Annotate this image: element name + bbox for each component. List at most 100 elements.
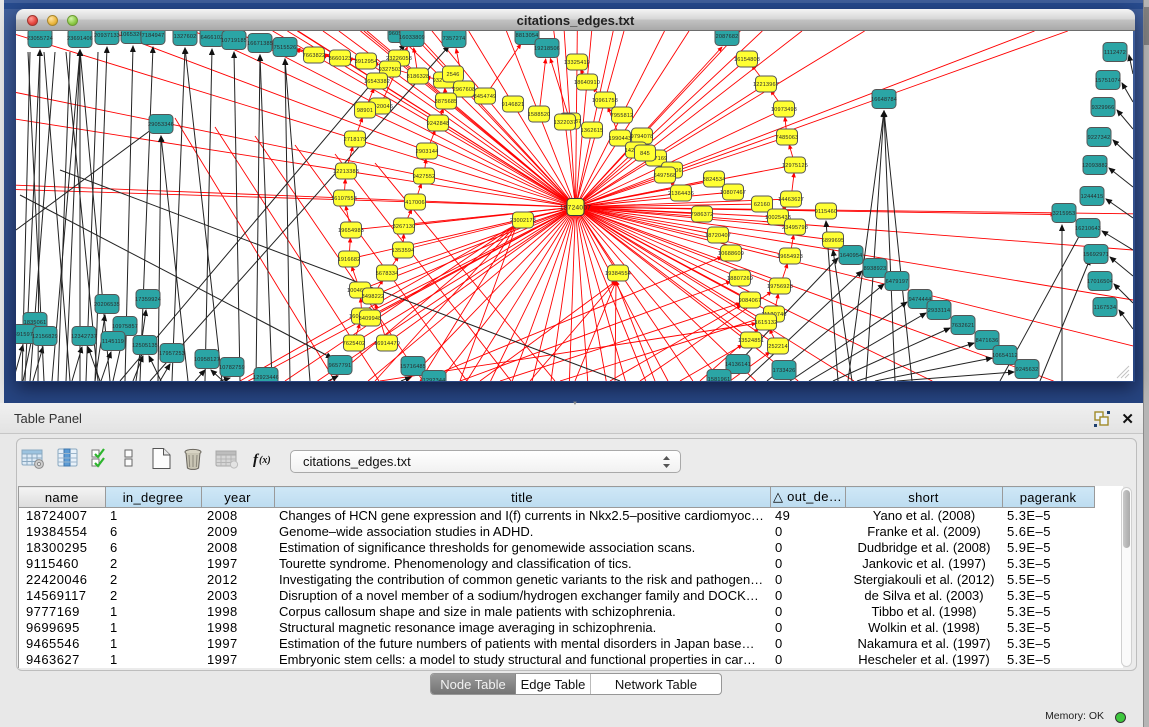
svg-text:10961758: 10961758 xyxy=(592,98,618,104)
svg-text:8454749: 8454749 xyxy=(474,94,497,100)
svg-text:7184947: 7184947 xyxy=(142,33,165,39)
svg-text:1353594: 1353594 xyxy=(392,248,415,254)
svg-text:6479197: 6479197 xyxy=(886,279,909,285)
svg-text:1640954: 1640954 xyxy=(840,253,863,259)
svg-text:16671385: 16671385 xyxy=(247,41,273,47)
svg-text:3912954: 3912954 xyxy=(355,59,378,65)
svg-text:3215953: 3215953 xyxy=(1053,211,1076,217)
svg-text:20206535: 20206535 xyxy=(94,302,120,308)
svg-text:7485063: 7485063 xyxy=(776,135,799,141)
svg-text:6497568: 6497568 xyxy=(654,173,677,179)
svg-text:10654112: 10654112 xyxy=(992,353,1018,359)
svg-text:9329966: 9329966 xyxy=(1092,105,1115,111)
svg-text:1581961: 1581961 xyxy=(708,377,731,381)
svg-text:13524851: 13524851 xyxy=(738,338,764,344)
svg-text:7632621: 7632621 xyxy=(952,323,975,329)
svg-text:2546: 2546 xyxy=(446,72,459,78)
svg-text:19756928: 19756928 xyxy=(767,284,793,290)
svg-text:7357274: 7357274 xyxy=(443,36,466,42)
svg-text:18640910: 18640910 xyxy=(574,80,600,86)
svg-text:17957253: 17957253 xyxy=(159,351,185,357)
svg-text:10975857: 10975857 xyxy=(112,324,138,330)
svg-text:12923446: 12923446 xyxy=(253,375,279,381)
svg-text:19654983: 19654983 xyxy=(338,228,364,234)
svg-text:20937133: 20937133 xyxy=(94,33,120,39)
svg-text:16543382: 16543382 xyxy=(364,79,390,85)
svg-text:(x): (x) xyxy=(259,455,271,466)
svg-text:2087682: 2087682 xyxy=(716,34,739,40)
svg-text:1327602: 1327602 xyxy=(174,34,197,40)
svg-text:1145119: 1145119 xyxy=(102,339,124,345)
svg-text:3267130: 3267130 xyxy=(393,224,416,230)
svg-text:23055724: 23055724 xyxy=(27,36,53,42)
svg-text:2933114: 2933114 xyxy=(928,308,950,314)
svg-text:12156829: 12156829 xyxy=(32,334,58,340)
svg-text:9242848: 9242848 xyxy=(427,121,450,127)
svg-text:15716485: 15716485 xyxy=(400,364,426,370)
svg-text:15751074: 15751074 xyxy=(1095,78,1121,84)
svg-text:1112472: 1112472 xyxy=(1104,50,1126,56)
svg-text:16107553: 16107553 xyxy=(331,196,357,202)
svg-text:7625402: 7625402 xyxy=(343,341,366,347)
svg-text:10958127: 10958127 xyxy=(194,357,220,363)
svg-text:19218506: 19218506 xyxy=(534,46,560,52)
svg-text:9084067: 9084067 xyxy=(739,298,762,304)
svg-text:23691406: 23691406 xyxy=(67,36,93,42)
svg-text:8471636: 8471636 xyxy=(976,338,999,344)
svg-text:2967608: 2967608 xyxy=(453,87,476,93)
svg-text:18724007: 18724007 xyxy=(560,205,591,212)
svg-text:3875685: 3875685 xyxy=(435,99,458,105)
svg-text:3498222: 3498222 xyxy=(362,294,385,300)
svg-text:1362615: 1362615 xyxy=(581,128,604,134)
svg-text:7663822: 7663822 xyxy=(303,53,326,59)
svg-text:23495798: 23495798 xyxy=(782,225,808,231)
svg-text:2718179: 2718179 xyxy=(344,137,367,143)
svg-text:10688609: 10688609 xyxy=(718,251,744,257)
svg-text:62160: 62160 xyxy=(754,202,770,208)
svg-text:5678334: 5678334 xyxy=(376,271,399,277)
svg-text:9227342: 9227342 xyxy=(1088,135,1111,141)
svg-text:10719185: 10719185 xyxy=(221,38,247,44)
svg-text:14136141: 14136141 xyxy=(725,362,751,368)
svg-text:7955812: 7955812 xyxy=(611,113,634,119)
svg-text:19654923: 19654923 xyxy=(777,254,803,260)
svg-text:12505135: 12505135 xyxy=(132,343,158,349)
svg-text:12342737: 12342737 xyxy=(71,334,97,340)
svg-text:8186328: 8186328 xyxy=(407,74,430,80)
svg-text:9146821: 9146821 xyxy=(502,102,525,108)
svg-text:9115460: 9115460 xyxy=(815,209,837,215)
svg-text:845: 845 xyxy=(640,151,650,157)
svg-text:9794078: 9794078 xyxy=(631,134,654,140)
svg-text:1292344: 1292344 xyxy=(423,378,446,381)
svg-text:2903144: 2903144 xyxy=(416,149,439,155)
svg-text:12213383: 12213383 xyxy=(333,169,359,175)
svg-text:1322037: 1322037 xyxy=(554,120,577,126)
svg-text:12213967: 12213967 xyxy=(753,82,779,88)
svg-text:417006: 417006 xyxy=(405,200,425,206)
svg-text:7986372: 7986372 xyxy=(691,212,714,218)
svg-text:23002173: 23002173 xyxy=(510,218,536,224)
svg-text:14463627: 14463627 xyxy=(778,197,804,203)
svg-text:3824534: 3824534 xyxy=(703,177,726,183)
svg-text:16914479: 16914479 xyxy=(374,341,400,347)
svg-text:252214: 252214 xyxy=(768,344,788,350)
svg-text:10782759: 10782759 xyxy=(219,365,245,371)
svg-text:98901: 98901 xyxy=(357,108,373,114)
svg-text:21364436: 21364436 xyxy=(668,191,694,197)
svg-text:8409948: 8409948 xyxy=(359,316,382,322)
svg-text:1588520: 1588520 xyxy=(528,112,551,118)
svg-text:17359924: 17359924 xyxy=(135,297,161,303)
svg-text:6899695: 6899695 xyxy=(822,238,845,244)
svg-text:17016504: 17016504 xyxy=(1087,279,1113,285)
svg-text:13325419: 13325419 xyxy=(564,60,590,66)
svg-text:9327503: 9327503 xyxy=(379,67,402,73)
svg-text:9245632: 9245632 xyxy=(1016,367,1039,373)
svg-text:1615132: 1615132 xyxy=(755,320,778,326)
svg-text:1244415: 1244415 xyxy=(1081,194,1104,200)
svg-text:7515526: 7515526 xyxy=(274,45,297,51)
svg-text:16648784: 16648784 xyxy=(871,97,897,103)
svg-text:8938923: 8938923 xyxy=(864,266,887,272)
svg-text:19384554: 19384554 xyxy=(605,271,631,277)
svg-text:16154808: 16154808 xyxy=(734,57,760,63)
svg-text:1167534: 1167534 xyxy=(1094,305,1116,311)
